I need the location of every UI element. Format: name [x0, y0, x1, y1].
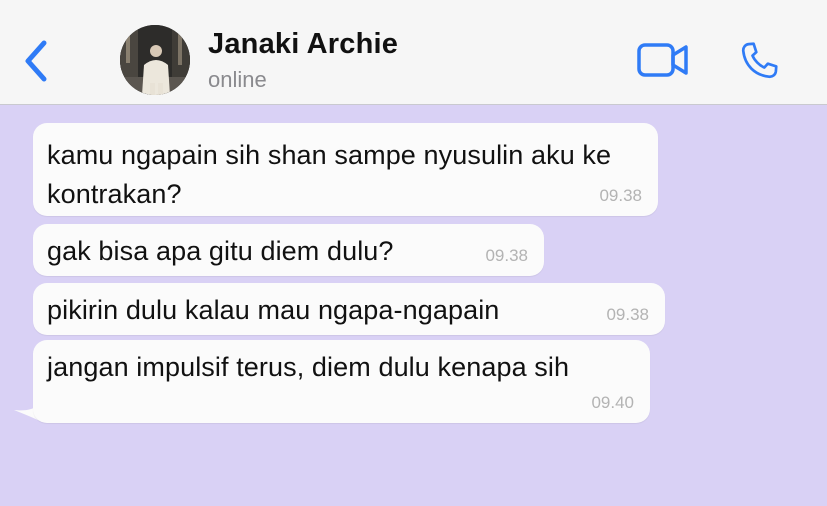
message-time: 09.38 — [599, 186, 642, 205]
avatar-photo — [120, 25, 190, 95]
message-text: pikirin dulu kalau mau ngapa-ngapain — [47, 295, 500, 325]
message-bubble[interactable]: jangan impulsif terus, diem dulu kenapa … — [33, 340, 650, 423]
contact-name[interactable]: Janaki Archie — [208, 28, 398, 61]
message-text: gak bisa apa gitu diem dulu? — [47, 236, 394, 266]
chat-header: Janaki Archie online — [0, 0, 827, 105]
voice-call-button[interactable] — [736, 38, 782, 84]
message-bubble[interactable]: gak bisa apa gitu diem dulu? 09.38 — [33, 224, 544, 276]
avatar[interactable] — [120, 25, 190, 95]
message-bubble[interactable]: kamu ngapain sih shan sampe nyusulin aku… — [33, 123, 658, 216]
back-button[interactable] — [18, 34, 58, 86]
message-bubble[interactable]: pikirin dulu kalau mau ngapa-ngapain 09.… — [33, 283, 665, 335]
message-time: 09.40 — [591, 393, 634, 412]
message-text: kamu ngapain sih shan sampe nyusulin aku… — [47, 140, 612, 209]
phone-icon — [741, 42, 778, 79]
chevron-left-icon — [25, 40, 47, 82]
video-call-button[interactable] — [636, 40, 690, 80]
message-text: jangan impulsif terus, diem dulu kenapa … — [47, 352, 570, 382]
contact-status: online — [208, 67, 267, 92]
message-time: 09.38 — [485, 246, 528, 265]
message-time: 09.38 — [606, 305, 649, 324]
video-camera-icon — [637, 43, 688, 77]
